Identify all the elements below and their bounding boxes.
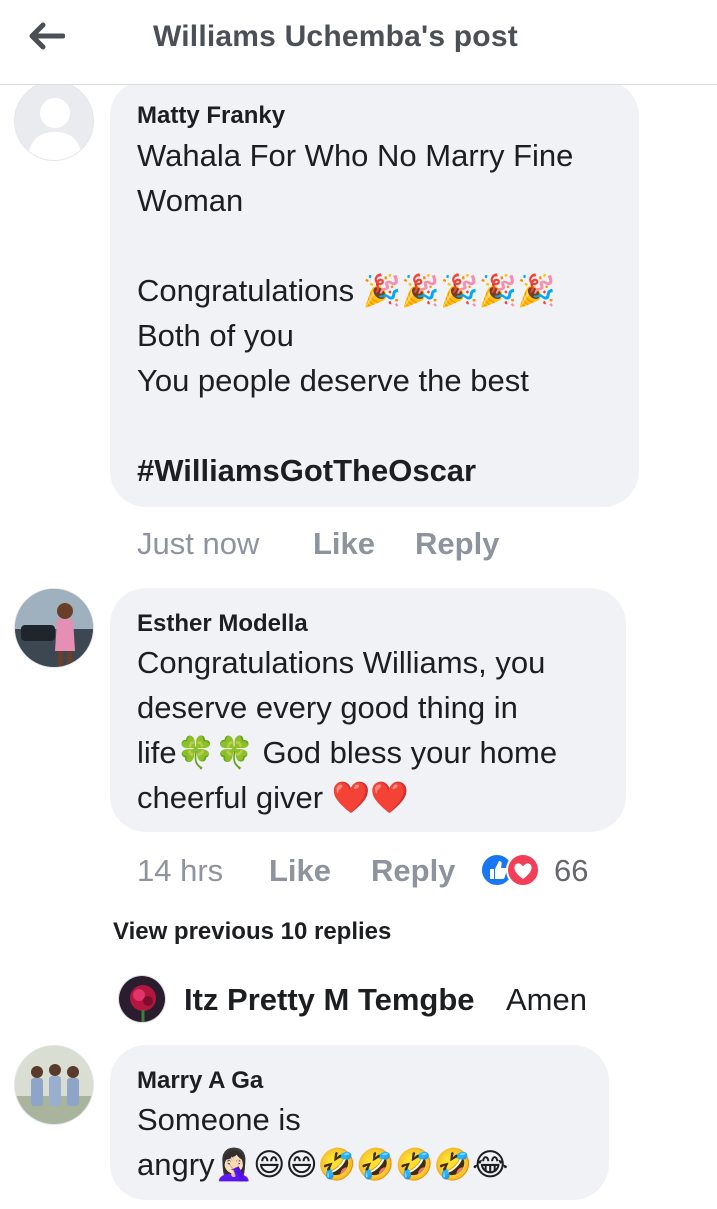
comment-line: deserve every good thing in (137, 690, 518, 725)
avatar[interactable] (14, 588, 94, 668)
comment-author[interactable]: Esther Modella (137, 610, 308, 638)
avatar[interactable] (14, 1045, 94, 1125)
comment-line: life🍀🍀 God bless your home (137, 735, 558, 770)
love-reaction-icon (506, 853, 540, 887)
default-avatar-icon (15, 82, 93, 160)
profile-photo-icon (15, 1046, 93, 1124)
top-bar: Williams Uchemba's post (0, 0, 717, 85)
avatar[interactable] (118, 975, 166, 1023)
comment-line: Woman (137, 183, 244, 218)
reactions-summary[interactable] (479, 852, 541, 888)
like-button[interactable]: Like (313, 526, 375, 562)
comment-line: angry🤦🏻‍♀️😄😄🤣🤣🤣🤣😂 (137, 1147, 509, 1182)
reaction-count[interactable]: 66 (554, 853, 588, 889)
comment-timestamp[interactable]: Just now (137, 526, 259, 562)
comment-text: Congratulations Williams, you deserve ev… (137, 640, 557, 820)
reply-text: Amen (506, 982, 587, 1017)
comment-text: Someone is angry🤦🏻‍♀️😄😄🤣🤣🤣🤣😂 (137, 1097, 508, 1187)
profile-photo-icon (119, 976, 165, 1022)
reply-button[interactable]: Reply (415, 526, 499, 562)
like-button[interactable]: Like (269, 853, 331, 889)
comment-author[interactable]: Marry A Ga (137, 1067, 263, 1095)
comment-line: Congratulations 🎉🎉🎉🎉🎉 (137, 273, 556, 308)
view-previous-replies-link[interactable]: View previous 10 replies (113, 918, 391, 946)
arrow-left-icon (29, 22, 65, 50)
comment-line: You people deserve the best (137, 363, 529, 398)
avatar[interactable] (14, 81, 94, 161)
reply-button[interactable]: Reply (371, 853, 455, 889)
comment-line: Wahala For Who No Marry Fine (137, 138, 574, 173)
hashtag-link[interactable]: #WilliamsGotTheOscar (137, 448, 573, 493)
profile-photo-icon (15, 589, 93, 667)
comment-line (137, 403, 573, 448)
comment-bubble[interactable]: Matty Franky Wahala For Who No Marry Fin… (110, 80, 639, 507)
comment-text: Wahala For Who No Marry Fine Woman Congr… (137, 133, 573, 493)
back-button[interactable] (22, 16, 70, 56)
page-title: Williams Uchemba's post (153, 20, 518, 53)
comment-line: cheerful giver ❤️❤️ (137, 780, 409, 815)
comment-bubble[interactable]: Esther Modella Congratulations Williams,… (110, 588, 626, 832)
comment-line: Someone is (137, 1102, 301, 1137)
reply-author[interactable]: Itz Pretty M Temgbe (184, 982, 475, 1018)
comment-line: Both of you (137, 318, 294, 353)
comment-author[interactable]: Matty Franky (137, 102, 285, 130)
comment-line: Congratulations Williams, you (137, 645, 546, 680)
comment-timestamp[interactable]: 14 hrs (137, 853, 223, 889)
comment-line (137, 223, 573, 268)
comment-bubble[interactable]: Marry A Ga Someone is angry🤦🏻‍♀️😄😄🤣🤣🤣🤣😂 (110, 1045, 609, 1200)
